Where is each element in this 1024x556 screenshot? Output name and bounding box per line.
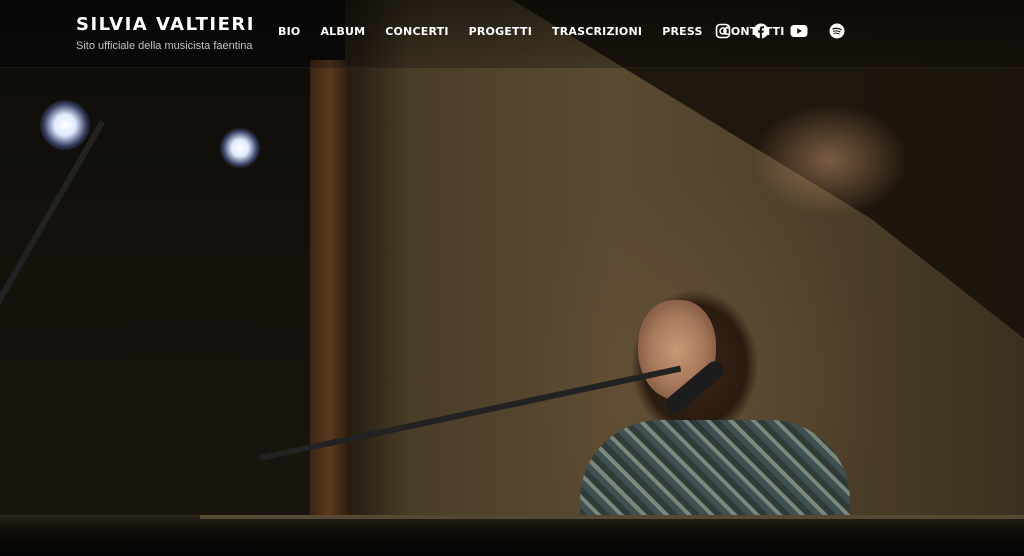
site-header: SILVIA VALTIERI Sito ufficiale della mus… [0,0,1024,68]
piano-edge [200,515,1024,519]
singer-body [580,420,850,530]
site-tagline: Sito ufficiale della musicista faentina [76,40,253,52]
spotify-icon[interactable] [826,20,848,42]
hero-photo [0,0,1024,556]
nav-item-press[interactable]: PRESS [652,20,712,44]
facebook-icon[interactable] [750,20,772,42]
lid-reflection [720,50,1020,230]
nav-item-progetti[interactable]: PROGETTI [459,20,542,44]
stage-light [220,128,260,168]
nav-item-trascrizioni[interactable]: TRASCRIZIONI [542,20,652,44]
piano-top [0,515,1024,556]
youtube-icon[interactable] [788,20,810,42]
instagram-icon[interactable] [712,20,734,42]
brand: SILVIA VALTIERI Sito ufficiale della mus… [76,13,255,52]
wooden-door-frame [310,60,350,540]
nav-item-concerti[interactable]: CONCERTI [375,20,458,44]
nav-item-album[interactable]: ALBUM [310,20,375,44]
site-title[interactable]: SILVIA VALTIERI [76,13,255,37]
background-dark-wall [0,0,345,556]
stage-light [40,100,90,150]
social-links [712,18,848,44]
nav-item-bio[interactable]: BIO [268,20,310,44]
